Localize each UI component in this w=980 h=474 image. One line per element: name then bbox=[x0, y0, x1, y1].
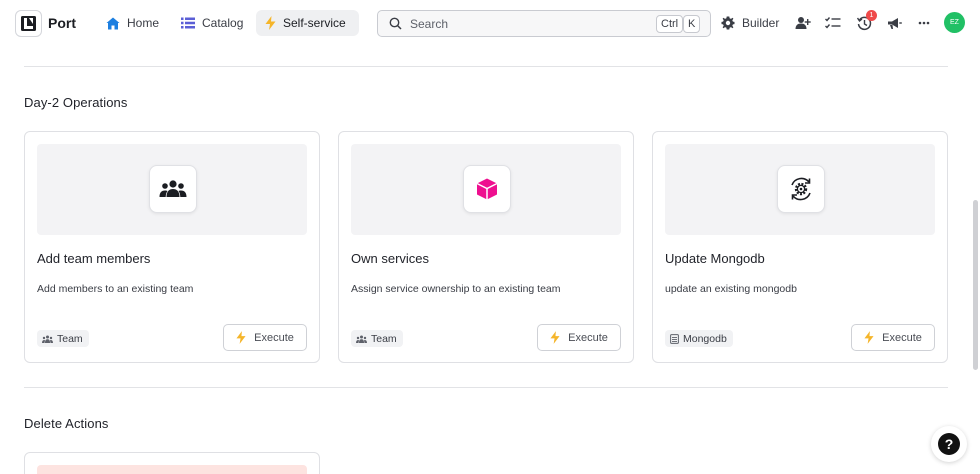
execute-label: Execute bbox=[254, 331, 294, 344]
announcements-megaphone-icon[interactable] bbox=[885, 14, 903, 32]
card-description: Add members to an existing team bbox=[37, 283, 194, 295]
blueprint-tag: Team bbox=[351, 330, 403, 347]
section-divider bbox=[24, 66, 948, 67]
builder-label: Builder bbox=[742, 16, 780, 30]
shortcut-key-ctrl: Ctrl bbox=[656, 15, 684, 33]
card-title: Own services bbox=[351, 251, 430, 266]
nav-catalog[interactable]: Catalog bbox=[172, 10, 252, 36]
card-banner bbox=[37, 144, 307, 235]
tag-label: Team bbox=[371, 332, 397, 345]
team-icon bbox=[42, 335, 53, 343]
nav-home[interactable]: Home bbox=[97, 10, 168, 36]
help-button[interactable]: ? bbox=[931, 426, 967, 462]
blueprint-tag: Team bbox=[37, 330, 89, 347]
card-banner bbox=[351, 144, 621, 235]
execute-button[interactable]: Execute bbox=[851, 324, 935, 351]
list-icon bbox=[181, 17, 195, 29]
nav-home-label: Home bbox=[127, 16, 160, 30]
lightning-icon bbox=[864, 331, 874, 344]
search-bar[interactable]: Search Ctrl K bbox=[377, 10, 711, 37]
tag-label: Team bbox=[57, 332, 83, 345]
action-card-delete[interactable] bbox=[24, 452, 320, 474]
lightning-icon bbox=[550, 331, 560, 344]
cube-icon bbox=[463, 165, 511, 213]
action-card-own-services[interactable]: Own services Assign service ownership to… bbox=[338, 131, 634, 363]
home-icon bbox=[106, 17, 120, 29]
shortcut-key-k: K bbox=[683, 15, 701, 33]
help-icon: ? bbox=[938, 433, 960, 455]
card-description: Assign service ownership to an existing … bbox=[351, 283, 561, 295]
card-banner bbox=[665, 144, 935, 235]
lightning-icon bbox=[236, 331, 246, 344]
section-title-delete-actions: Delete Actions bbox=[24, 416, 109, 431]
port-logo-icon[interactable] bbox=[15, 10, 42, 37]
nav-self-service[interactable]: Self-service bbox=[256, 10, 359, 36]
execute-label: Execute bbox=[882, 331, 922, 344]
checklist-icon[interactable] bbox=[824, 14, 842, 32]
invite-user-icon[interactable] bbox=[794, 14, 812, 32]
execute-button[interactable]: Execute bbox=[223, 324, 307, 351]
action-card-add-team-members[interactable]: Add team members Add members to an exist… bbox=[24, 131, 320, 363]
top-navigation-bar: Port Home Catalog Self-service Search Ct… bbox=[0, 0, 980, 46]
gear-icon bbox=[721, 16, 735, 30]
user-avatar[interactable]: EZ bbox=[944, 12, 965, 33]
page-scrollbar-thumb[interactable] bbox=[973, 200, 978, 370]
execute-label: Execute bbox=[568, 331, 608, 344]
gear-refresh-icon bbox=[777, 165, 825, 213]
team-members-icon bbox=[149, 165, 197, 213]
team-icon bbox=[356, 335, 367, 343]
nav-catalog-label: Catalog bbox=[202, 16, 244, 30]
search-placeholder: Search bbox=[410, 16, 449, 31]
blueprint-tag: Mongodb bbox=[665, 330, 733, 347]
card-banner bbox=[37, 465, 307, 474]
card-title: Update Mongodb bbox=[665, 251, 765, 266]
execute-button[interactable]: Execute bbox=[537, 324, 621, 351]
notification-badge: 1 bbox=[866, 10, 877, 21]
nav-self-service-label: Self-service bbox=[283, 16, 346, 30]
builder-button[interactable]: Builder bbox=[721, 10, 779, 36]
lightning-icon bbox=[265, 16, 276, 30]
section-title-day2-operations: Day-2 Operations bbox=[24, 95, 128, 110]
tag-label: Mongodb bbox=[683, 332, 727, 345]
section-divider bbox=[24, 387, 948, 388]
card-description: update an existing mongodb bbox=[665, 283, 797, 295]
brand-name: Port bbox=[48, 15, 76, 31]
search-icon bbox=[389, 17, 402, 30]
card-title: Add team members bbox=[37, 251, 151, 266]
more-options-icon[interactable] bbox=[915, 14, 933, 32]
action-card-update-mongodb[interactable]: Update Mongodb update an existing mongod… bbox=[652, 131, 948, 363]
database-icon bbox=[670, 333, 679, 344]
